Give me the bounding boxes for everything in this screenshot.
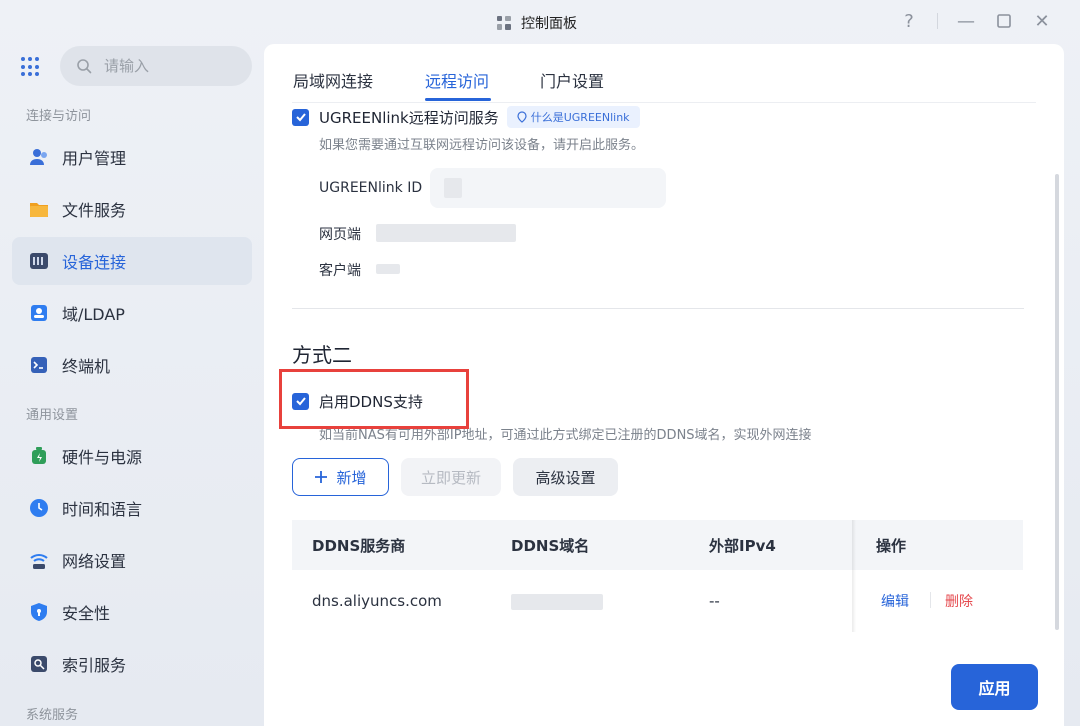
web-label: 网页端: [319, 227, 361, 243]
tab-remote-access[interactable]: 远程访问: [425, 68, 489, 92]
index-icon: [28, 653, 50, 675]
content-panel: 局域网连接 远程访问 门户设置 UGREENlink远程访问服务 什么是UGRE…: [264, 44, 1064, 726]
window-controls: ? — ✕: [899, 10, 1052, 32]
tab-bar: 局域网连接 远程访问 门户设置: [264, 44, 1064, 102]
section-label-system: 系统服务: [26, 708, 79, 723]
sidebar: 连接与访问 用户管理 文件服务 设备连接 域/LDAP: [0, 44, 264, 726]
section-label-general: 通用设置: [26, 408, 79, 423]
sidebar-item-label: 终端机: [62, 357, 111, 376]
location-pin-icon: [517, 111, 527, 123]
check-icon: [295, 113, 306, 122]
edit-link[interactable]: 编辑: [881, 591, 909, 611]
sidebar-item-label: 网络设置: [62, 552, 127, 571]
table-header: DDNS服务商 DDNS域名 外部IPv4 操作: [292, 520, 1023, 570]
ugreenlink-checkbox-label: UGREENlink远程访问服务: [319, 108, 499, 127]
cell-domain-redacted: [511, 594, 603, 610]
maximize-button[interactable]: [994, 10, 1014, 32]
control-panel-window: 控制面板 ? — ✕ 连接与访问 用户管理: [0, 0, 1080, 726]
sidebar-item-network[interactable]: 网络设置: [12, 536, 252, 584]
tab-portal-settings[interactable]: 门户设置: [540, 68, 604, 92]
search-icon: [77, 59, 92, 74]
ugreenlink-description: 如果您需要通过互联网远程访问该设备，请开启此服务。: [319, 138, 645, 153]
vertical-scrollbar[interactable]: [1055, 174, 1059, 630]
sidebar-item-users[interactable]: 用户管理: [12, 133, 252, 181]
help-icon[interactable]: ?: [899, 10, 919, 32]
sidebar-item-label: 文件服务: [62, 201, 127, 220]
close-button[interactable]: ✕: [1032, 10, 1052, 32]
sidebar-item-label: 域/LDAP: [62, 305, 125, 324]
users-icon: [28, 146, 50, 168]
control-panel-icon: [495, 14, 513, 32]
method2-title: 方式二: [292, 343, 352, 367]
maximize-icon: [997, 14, 1011, 28]
table-row: dns.aliyuncs.com -- 编辑 删除: [292, 570, 1023, 632]
cell-ipv4: --: [709, 592, 720, 610]
sidebar-item-file-service[interactable]: 文件服务: [12, 185, 252, 233]
header-actions: 操作: [876, 536, 907, 555]
sidebar-item-index-service[interactable]: 索引服务: [12, 640, 252, 688]
header-domain: DDNS域名: [511, 536, 590, 555]
sidebar-item-time-language[interactable]: 时间和语言: [12, 484, 252, 532]
sidebar-item-hardware-power[interactable]: 硬件与电源: [12, 432, 252, 480]
ugreenlink-id-label: UGREENlink ID: [319, 180, 423, 196]
sticky-column-shadow: [852, 520, 856, 632]
ldap-icon: [28, 302, 50, 324]
sidebar-item-device-connection[interactable]: 设备连接: [12, 237, 252, 285]
ugreenlink-row: UGREENlink远程访问服务 什么是UGREENlink: [292, 103, 640, 131]
apply-button[interactable]: 应用: [951, 664, 1038, 710]
add-button-label: 新增: [336, 468, 367, 487]
sidebar-item-label: 安全性: [62, 604, 111, 623]
sidebar-item-security[interactable]: 安全性: [12, 588, 252, 636]
action-separator: [930, 592, 931, 608]
advanced-settings-button[interactable]: 高级设置: [513, 458, 618, 496]
sidebar-item-label: 用户管理: [62, 149, 127, 168]
network-icon: [28, 549, 50, 571]
window-title-text: 控制面板: [521, 16, 577, 32]
sidebar-item-ldap[interactable]: 域/LDAP: [12, 289, 252, 337]
window-title: 控制面板: [495, 12, 577, 34]
minimize-button[interactable]: —: [956, 10, 976, 32]
apps-grid-icon[interactable]: [21, 57, 41, 77]
web-url-redacted: [376, 224, 516, 242]
clock-icon: [28, 497, 50, 519]
client-label: 客户端: [319, 263, 361, 279]
title-bar: 控制面板 ? — ✕: [0, 0, 1080, 44]
cell-provider: dns.aliyuncs.com: [312, 592, 442, 610]
tab-lan-connection[interactable]: 局域网连接: [293, 68, 373, 92]
ugreenlink-id-value-redacted: [444, 178, 462, 198]
refresh-now-button[interactable]: 立即更新: [401, 458, 501, 496]
section-divider: [292, 308, 1024, 309]
ugreenlink-id-field[interactable]: [430, 168, 666, 208]
window-control-separator: [937, 13, 938, 29]
search-input[interactable]: [104, 57, 224, 75]
shield-icon: [28, 601, 50, 623]
client-value-redacted: [376, 264, 400, 274]
header-ipv4: 外部IPv4: [709, 536, 776, 555]
header-provider: DDNS服务商: [312, 536, 406, 555]
battery-icon: [28, 445, 50, 467]
section-label-connection: 连接与访问: [26, 109, 92, 124]
sidebar-item-label: 时间和语言: [62, 500, 143, 519]
ugreenlink-help-link[interactable]: 什么是UGREENlink: [506, 106, 640, 128]
terminal-icon: [28, 354, 50, 376]
search-box[interactable]: [60, 46, 252, 86]
ugreenlink-checkbox[interactable]: [292, 108, 309, 126]
plus-icon: [315, 471, 328, 483]
device-icon: [28, 250, 50, 272]
annotation-highlight-box: [279, 369, 469, 429]
folder-icon: [28, 198, 50, 220]
delete-link[interactable]: 删除: [945, 591, 973, 611]
sidebar-item-label: 索引服务: [62, 656, 127, 675]
add-button[interactable]: 新增: [292, 458, 389, 496]
ddns-table: DDNS服务商 DDNS域名 外部IPv4 操作 dns.aliyuncs.co…: [292, 520, 1023, 632]
active-tab-indicator: [425, 98, 491, 101]
sidebar-item-label: 设备连接: [62, 253, 127, 272]
sidebar-item-label: 硬件与电源: [62, 448, 143, 467]
sidebar-item-terminal[interactable]: 终端机: [12, 341, 252, 389]
ugreenlink-help-text: 什么是UGREENlink: [530, 111, 630, 124]
